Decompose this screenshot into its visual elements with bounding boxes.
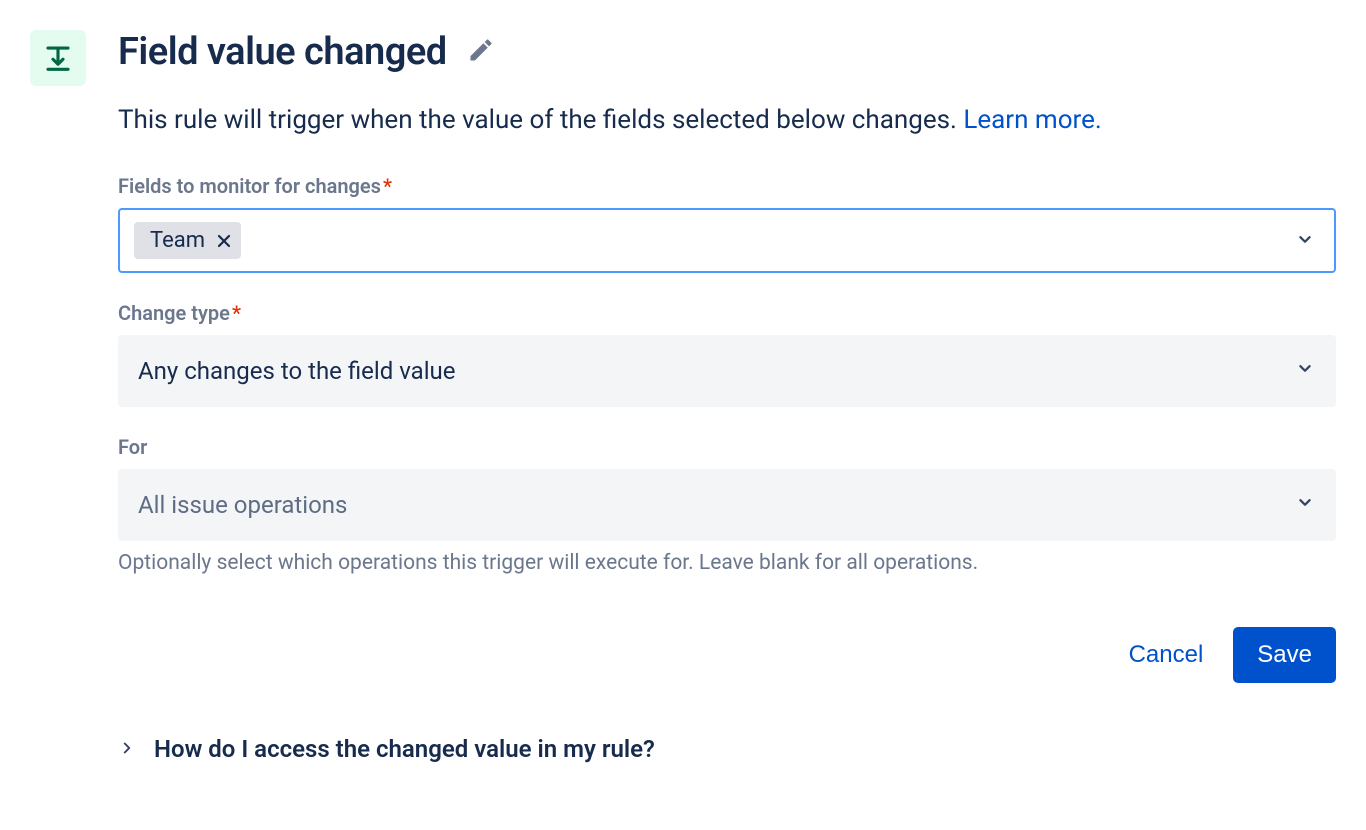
chevron-right-icon xyxy=(118,735,136,763)
cancel-button[interactable]: Cancel xyxy=(1105,627,1228,683)
help-expander[interactable]: How do I access the changed value in my … xyxy=(118,727,1336,771)
for-label: For xyxy=(118,435,1336,459)
required-indicator: * xyxy=(232,301,241,325)
rule-description: This rule will trigger when the value of… xyxy=(118,102,1336,138)
chevron-down-icon xyxy=(1294,357,1316,385)
for-select[interactable]: All issue operations xyxy=(118,469,1336,541)
field-tag-label: Team xyxy=(150,228,205,253)
trigger-icon xyxy=(30,30,86,86)
fields-monitor-input[interactable]: Team xyxy=(118,208,1336,273)
change-type-value: Any changes to the field value xyxy=(138,357,456,385)
pencil-icon xyxy=(467,36,495,64)
page-title: Field value changed xyxy=(118,30,447,74)
field-tag: Team xyxy=(134,222,241,259)
chevron-down-icon xyxy=(1294,228,1316,254)
edit-title-button[interactable] xyxy=(467,36,495,68)
for-help-text: Optionally select which operations this … xyxy=(118,551,1336,575)
save-button[interactable]: Save xyxy=(1233,627,1336,683)
close-icon xyxy=(217,234,231,248)
required-indicator: * xyxy=(383,174,392,198)
expander-label: How do I access the changed value in my … xyxy=(154,735,655,763)
learn-more-link[interactable]: Learn more. xyxy=(963,105,1101,135)
change-type-egy[interactable]: Any changes to the field value xyxy=(118,335,1336,407)
fields-monitor-label: Fields to monitor for changes* xyxy=(118,174,1336,198)
change-type-label: Change type* xyxy=(118,301,1336,325)
remove-tag-button[interactable] xyxy=(217,234,231,248)
for-placeholder: All issue operations xyxy=(138,491,347,519)
field-changed-icon xyxy=(43,43,73,73)
chevron-down-icon xyxy=(1294,491,1316,519)
